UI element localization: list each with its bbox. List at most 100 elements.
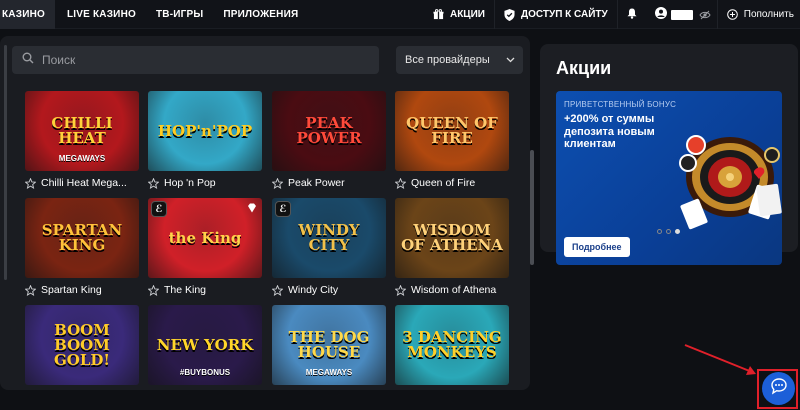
gift-icon: [433, 9, 444, 20]
game-name[interactable]: Queen of Fire: [411, 177, 475, 189]
favorite-star-icon[interactable]: [148, 284, 159, 296]
top-up-button[interactable]: Пополнить: [718, 9, 800, 20]
favorite-star-icon[interactable]: [272, 284, 283, 296]
search-box[interactable]: [12, 46, 379, 74]
game-art-title: QUEEN OF FIRE: [406, 114, 498, 147]
games-scrollbar[interactable]: [530, 150, 534, 265]
user-icon: [654, 7, 667, 22]
nav-casino[interactable]: КАЗИНО: [0, 0, 55, 29]
page-scrollbar[interactable]: [4, 45, 7, 280]
carousel-dot[interactable]: [666, 229, 671, 234]
chat-icon: [770, 377, 788, 400]
game-thumbnail[interactable]: WISDOM OF ATHENA: [395, 198, 509, 278]
promo-details-button[interactable]: Подробнее: [564, 237, 630, 257]
nav-apps[interactable]: ПРИЛОЖЕНИЯ: [215, 0, 306, 29]
game-name[interactable]: Wisdom of Athena: [411, 284, 496, 296]
game-art-title: NEW YORK: [156, 335, 254, 354]
favorite-star-icon[interactable]: [395, 284, 406, 296]
game-thumbnail[interactable]: PEAK POWER: [272, 91, 386, 171]
game-name[interactable]: Spartan King: [41, 284, 102, 296]
site-access-link[interactable]: ДОСТУП К САЙТУ: [495, 8, 617, 21]
game-thumbnail[interactable]: WINDY CITY ℰ: [272, 198, 386, 278]
promo-label: ПРИВЕТСТВЕННЫЙ БОНУС: [564, 100, 677, 109]
game-art-title: BOOM BOOM GOLD!: [53, 320, 110, 369]
game-name[interactable]: The King: [164, 284, 206, 296]
game-tile[interactable]: PEAK POWER Peak Power: [272, 91, 386, 189]
chevron-down-icon: [506, 54, 515, 66]
balance-mask: [670, 9, 693, 20]
shield-icon: [504, 8, 515, 21]
favorite-star-icon[interactable]: [395, 177, 406, 189]
game-art-title: the King: [168, 228, 242, 247]
game-tile[interactable]: HOP'n'POP Hop 'n Pop: [148, 91, 262, 189]
game-art-subtitle: #BUYBONUS: [179, 368, 231, 377]
promotions-link[interactable]: АКЦИИ: [424, 9, 494, 20]
account-balance[interactable]: [646, 7, 717, 22]
favorite-star-icon[interactable]: [25, 177, 36, 189]
bell-icon: [627, 8, 637, 22]
game-art-title: PEAK POWER: [296, 114, 362, 147]
game-tile[interactable]: NEW YORK #BUYBONUS: [148, 305, 262, 385]
nav-live-casino[interactable]: LIVE КАЗИНО: [59, 0, 144, 29]
nav-tv-games[interactable]: ТВ-ИГРЫ: [148, 0, 211, 29]
promo-banner[interactable]: ПРИВЕТСТВЕННЫЙ БОНУС +200% от суммы депо…: [556, 91, 782, 265]
chat-button[interactable]: [762, 372, 795, 405]
promotions-title: Акции: [556, 58, 612, 78]
game-caption: Wisdom of Athena: [395, 284, 509, 296]
game-tile[interactable]: SPARTAN KING Spartan King: [25, 198, 139, 296]
search-icon: [22, 51, 34, 69]
game-art-title: HOP'n'POP: [157, 121, 253, 140]
game-tile[interactable]: the King ℰ The King: [148, 198, 262, 296]
game-art-title: WINDY CITY: [298, 221, 360, 254]
game-thumbnail[interactable]: NEW YORK #BUYBONUS: [148, 305, 262, 385]
game-caption: Chilli Heat Mega...: [25, 177, 139, 189]
game-art-subtitle: MEGAWAYS: [58, 154, 106, 163]
game-caption: Queen of Fire: [395, 177, 509, 189]
favorite-star-icon[interactable]: [148, 177, 159, 189]
game-art-title: 3 DANCING MONKEYS: [402, 328, 502, 361]
game-thumbnail[interactable]: BOOM BOOM GOLD!: [25, 305, 139, 385]
game-thumbnail[interactable]: QUEEN OF FIRE: [395, 91, 509, 171]
carousel-dot[interactable]: [657, 229, 662, 234]
game-caption: Windy City: [272, 284, 386, 296]
game-tile[interactable]: WISDOM OF ATHENA Wisdom of Athena: [395, 198, 509, 296]
game-thumbnail[interactable]: the King ℰ: [148, 198, 262, 278]
game-name[interactable]: Chilli Heat Mega...: [41, 177, 127, 189]
provider-value: Все провайдеры: [405, 54, 490, 66]
game-art-subtitle: MEGAWAYS: [305, 368, 353, 377]
favorite-star-icon[interactable]: [25, 284, 36, 296]
game-art-title: THE DOG HOUSE: [288, 328, 370, 361]
roulette-illustration: [679, 135, 782, 230]
favorite-star-icon[interactable]: [272, 177, 283, 189]
game-art-title: WISDOM OF ATHENA: [401, 221, 503, 254]
game-thumbnail[interactable]: SPARTAN KING: [25, 198, 139, 278]
game-name[interactable]: Peak Power: [288, 177, 345, 189]
game-tile[interactable]: THE DOG HOUSE MEGAWAYS: [272, 305, 386, 385]
game-thumbnail[interactable]: THE DOG HOUSE MEGAWAYS: [272, 305, 386, 385]
game-tile[interactable]: WINDY CITY ℰ Windy City: [272, 198, 386, 296]
promotions-panel: Акции ПРИВЕТСТВЕННЫЙ БОНУС +200% от сумм…: [540, 44, 798, 265]
game-name[interactable]: Hop 'n Pop: [164, 177, 216, 189]
game-caption: Peak Power: [272, 177, 386, 189]
provider-badge-icon: ℰ: [151, 201, 167, 217]
game-thumbnail[interactable]: 3 DANCING MONKEYS: [395, 305, 509, 385]
game-thumbnail[interactable]: CHILLI HEAT MEGAWAYS: [25, 91, 139, 171]
notifications-button[interactable]: [618, 8, 646, 22]
game-tile[interactable]: CHILLI HEAT MEGAWAYS Chilli Heat Mega...: [25, 91, 139, 189]
search-input[interactable]: [42, 53, 342, 67]
hide-balance-icon[interactable]: [699, 10, 711, 20]
game-tile[interactable]: QUEEN OF FIRE Queen of Fire: [395, 91, 509, 189]
top-nav: КАЗИНО LIVE КАЗИНО ТВ-ИГРЫ ПРИЛОЖЕНИЯ АК…: [0, 0, 800, 29]
promotions-label: АКЦИИ: [449, 9, 485, 20]
provider-badge-icon: ℰ: [275, 201, 291, 217]
game-name[interactable]: Windy City: [288, 284, 338, 296]
game-thumbnail[interactable]: HOP'n'POP: [148, 91, 262, 171]
carousel-dot[interactable]: [675, 229, 680, 234]
game-caption: Hop 'n Pop: [148, 177, 262, 189]
provider-select[interactable]: Все провайдеры: [396, 46, 523, 74]
game-tile[interactable]: 3 DANCING MONKEYS: [395, 305, 509, 385]
game-tile[interactable]: BOOM BOOM GOLD!: [25, 305, 139, 385]
game-caption: The King: [148, 284, 262, 296]
game-art-title: SPARTAN KING: [41, 221, 123, 254]
page: КАЗИНО LIVE КАЗИНО ТВ-ИГРЫ ПРИЛОЖЕНИЯ АК…: [0, 0, 800, 410]
